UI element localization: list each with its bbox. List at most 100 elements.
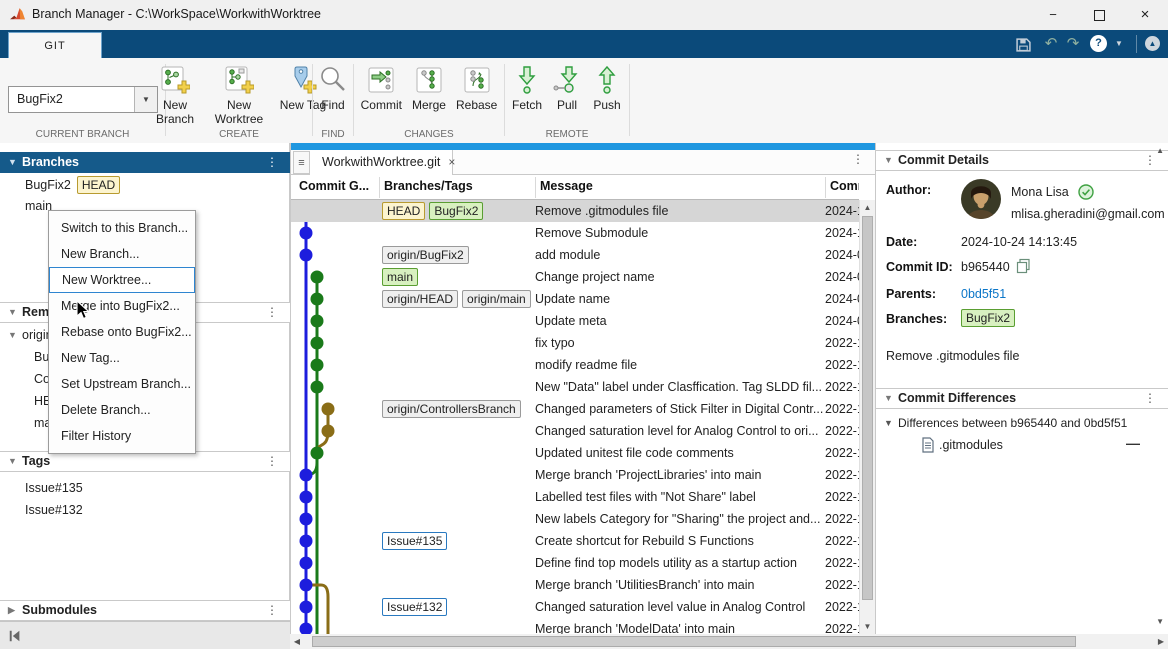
- scroll-right-icon[interactable]: ▶: [1154, 634, 1168, 649]
- menu-item[interactable]: Merge into BugFix2...: [49, 293, 195, 319]
- commit-row[interactable]: Updated unitest file code comments2022-1: [291, 442, 859, 464]
- menu-item[interactable]: Set Upstream Branch...: [49, 371, 195, 397]
- tags-panel-header[interactable]: ▼ Tags ⋮: [0, 451, 290, 472]
- commit-row[interactable]: origin/HEADorigin/mainUpdate name2024-0: [291, 288, 859, 310]
- collapse-caret-icon[interactable]: ▼: [884, 389, 893, 408]
- menu-item[interactable]: Delete Branch...: [49, 397, 195, 423]
- tag-item[interactable]: Issue#132: [0, 499, 289, 521]
- menu-item[interactable]: New Worktree...: [49, 267, 195, 293]
- submodules-kebab-icon[interactable]: ⋮: [266, 601, 278, 620]
- commit-details-header[interactable]: ▼ Commit Details ⋮: [876, 150, 1168, 171]
- commit-row[interactable]: origin/ControllersBranchChanged paramete…: [291, 398, 859, 420]
- table-vertical-scrollbar[interactable]: ▲ ▼: [859, 200, 875, 634]
- panel-scroll-down-icon[interactable]: ▼: [1156, 617, 1164, 626]
- commit-row[interactable]: New labels Category for "Sharing" the pr…: [291, 508, 859, 530]
- commit-row[interactable]: Define find top models utility as a star…: [291, 552, 859, 574]
- tab-list-icon[interactable]: ≡: [293, 151, 310, 174]
- horizontal-scrollbar[interactable]: ◀ ▶: [290, 634, 1168, 649]
- pull-button[interactable]: Pull: [549, 63, 585, 112]
- commit-row[interactable]: Update meta2024-0: [291, 310, 859, 332]
- date-label: Date:: [886, 235, 917, 249]
- branch-item[interactable]: BugFix2HEAD: [0, 174, 289, 195]
- scroll-left-icon[interactable]: ◀: [290, 634, 304, 649]
- menu-item[interactable]: Rebase onto BugFix2...: [49, 319, 195, 345]
- author-name: Mona Lisa: [1011, 185, 1069, 199]
- expand-caret-icon[interactable]: ▶: [8, 601, 15, 620]
- find-button[interactable]: Find: [315, 63, 351, 112]
- commit-button[interactable]: Commit: [358, 63, 405, 112]
- panel-scroll-up-icon[interactable]: ▲: [1156, 146, 1164, 155]
- menu-item[interactable]: Switch to this Branch...: [49, 215, 195, 241]
- commit-row[interactable]: Remove Submodule2024-1: [291, 222, 859, 244]
- commit-row[interactable]: Issue#132Changed saturation level value …: [291, 596, 859, 618]
- help-dropdown-caret-icon[interactable]: ▼: [1112, 34, 1126, 54]
- column-header-commit-graph[interactable]: Commit G...: [299, 179, 375, 193]
- tag-item[interactable]: Issue#135: [0, 477, 289, 499]
- scroll-down-icon[interactable]: ▼: [860, 622, 875, 631]
- submodules-panel-header[interactable]: ▶ Submodules ⋮: [0, 600, 290, 621]
- menu-item[interactable]: New Branch...: [49, 241, 195, 267]
- collapse-caret-icon[interactable]: ▼: [0, 330, 22, 340]
- new-branch-button[interactable]: New Branch: [145, 63, 205, 126]
- vertical-scroll-thumb[interactable]: [862, 216, 873, 600]
- close-button[interactable]: ×: [1122, 0, 1168, 30]
- commit-row[interactable]: Labelled test files with "Not Share" lab…: [291, 486, 859, 508]
- fetch-button[interactable]: Fetch: [509, 63, 545, 112]
- commit-row[interactable]: mainChange project name2024-0: [291, 266, 859, 288]
- commit-row[interactable]: HEADBugFix2Remove .gitmodules file2024-1: [291, 200, 859, 222]
- minimize-button[interactable]: −: [1030, 0, 1076, 30]
- commit-row[interactable]: origin/BugFix2add module2024-0: [291, 244, 859, 266]
- tags-kebab-icon[interactable]: ⋮: [266, 452, 278, 471]
- rebase-label: Rebase: [456, 98, 497, 112]
- undo-icon[interactable]: ↶: [1042, 34, 1060, 54]
- horizontal-scroll-thumb[interactable]: [312, 636, 1076, 647]
- commit-row[interactable]: New "Data" label under Clasffication. Ta…: [291, 376, 859, 398]
- commit-row[interactable]: modify readme file2022-1: [291, 354, 859, 376]
- branches-panel-header[interactable]: ▼ Branches ⋮: [0, 152, 290, 173]
- commit-row[interactable]: Merge branch 'UtilitiesBranch' into main…: [291, 574, 859, 596]
- close-tab-icon[interactable]: ×: [448, 155, 455, 169]
- collapse-caret-icon[interactable]: ▼: [8, 153, 17, 172]
- branch-manager-window: Branch Manager - C:\WorkSpace\WorkwithWo…: [0, 0, 1168, 649]
- commit-row[interactable]: Changed saturation level for Analog Cont…: [291, 420, 859, 442]
- merge-button[interactable]: Merge: [409, 63, 449, 112]
- copy-icon[interactable]: [1016, 258, 1031, 274]
- commit-differences-kebab-icon[interactable]: ⋮: [1144, 389, 1156, 408]
- push-button[interactable]: Push: [589, 63, 625, 112]
- column-header-branches-tags[interactable]: Branches/Tags: [384, 179, 530, 193]
- help-icon[interactable]: ?: [1090, 35, 1107, 52]
- column-header-commit[interactable]: Comm: [830, 179, 859, 193]
- current-branch-combobox[interactable]: BugFix2 ▼: [8, 86, 158, 113]
- maximize-button[interactable]: [1076, 0, 1122, 30]
- tab-git[interactable]: GIT: [8, 32, 102, 59]
- commit-differences-header[interactable]: ▼ Commit Differences ⋮: [876, 388, 1168, 409]
- commit-row[interactable]: fix typo2022-1: [291, 332, 859, 354]
- collapse-caret-icon[interactable]: ▼: [884, 151, 893, 170]
- menu-item[interactable]: New Tag...: [49, 345, 195, 371]
- commit-row[interactable]: Merge branch 'ProjectLibraries' into mai…: [291, 464, 859, 486]
- commit-details-kebab-icon[interactable]: ⋮: [1144, 151, 1156, 170]
- redo-icon[interactable]: ↷: [1064, 34, 1082, 54]
- column-header-message[interactable]: Message: [540, 179, 820, 193]
- collapse-caret-icon[interactable]: ▼: [8, 303, 17, 322]
- save-icon[interactable]: [1016, 37, 1031, 52]
- collapse-caret-icon[interactable]: ▼: [8, 452, 17, 471]
- document-kebab-icon[interactable]: ⋮: [852, 152, 864, 166]
- commit-row[interactable]: Merge branch 'ModelData' into main2022-1: [291, 618, 859, 634]
- new-worktree-button[interactable]: New Worktree: [209, 63, 269, 126]
- menu-item[interactable]: Filter History: [49, 423, 195, 449]
- group-remote: Fetch Pull Push: [505, 58, 629, 143]
- parent-commit-link[interactable]: 0bd5f51: [961, 287, 1006, 301]
- collapse-panel-icon[interactable]: [8, 629, 22, 643]
- rebase-button[interactable]: Rebase: [453, 63, 500, 112]
- document-tab[interactable]: WorkwithWorktree.git×: [310, 150, 453, 175]
- collapse-ribbon-button[interactable]: ▲: [1145, 36, 1160, 51]
- commit-row[interactable]: Issue#135Create shortcut for Rebuild S F…: [291, 530, 859, 552]
- remotes-kebab-icon[interactable]: ⋮: [266, 303, 278, 322]
- branches-kebab-icon[interactable]: ⋮: [266, 153, 278, 172]
- tree-collapse-icon[interactable]: ▼: [884, 418, 893, 428]
- changed-file-name[interactable]: .gitmodules: [939, 438, 1003, 452]
- branch-name: BugFix2: [25, 178, 71, 192]
- commit-date: 2024-1: [825, 204, 859, 218]
- scroll-up-icon[interactable]: ▲: [860, 203, 875, 212]
